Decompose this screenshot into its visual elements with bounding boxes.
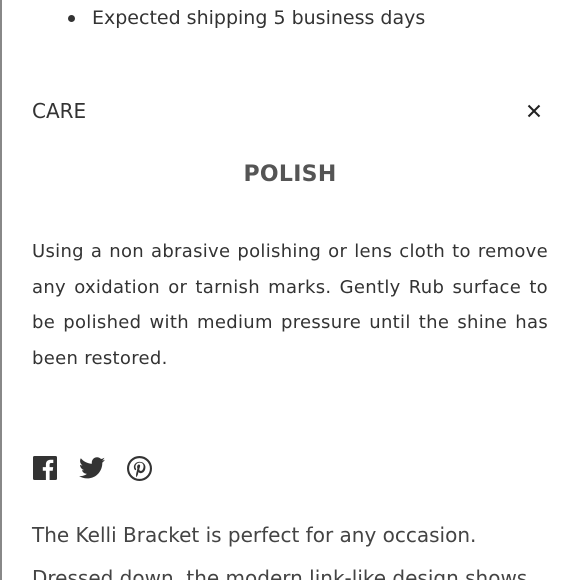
social-share-row (32, 455, 152, 481)
care-accordion-header[interactable]: CARE (32, 97, 548, 125)
shipping-list-item: Expected shipping 5 business days (68, 4, 425, 32)
facebook-icon[interactable] (32, 455, 58, 481)
description-line-1: The Kelli Bracket is perfect for any occ… (32, 523, 477, 547)
care-label: CARE (32, 99, 87, 123)
twitter-icon[interactable] (79, 455, 105, 481)
description-line-2: Dressed down, the modern link-like desig… (32, 566, 528, 580)
product-description: The Kelli Bracket is perfect for any occ… (32, 514, 572, 580)
close-icon[interactable] (522, 99, 546, 123)
polish-instructions: Using a non abrasive polishing or lens c… (32, 241, 548, 369)
bullet-icon (68, 14, 75, 22)
pinterest-icon[interactable] (126, 455, 152, 481)
shipping-text: Expected shipping 5 business days (92, 7, 426, 29)
left-border (0, 0, 2, 580)
polish-heading: POLISH (243, 162, 337, 187)
